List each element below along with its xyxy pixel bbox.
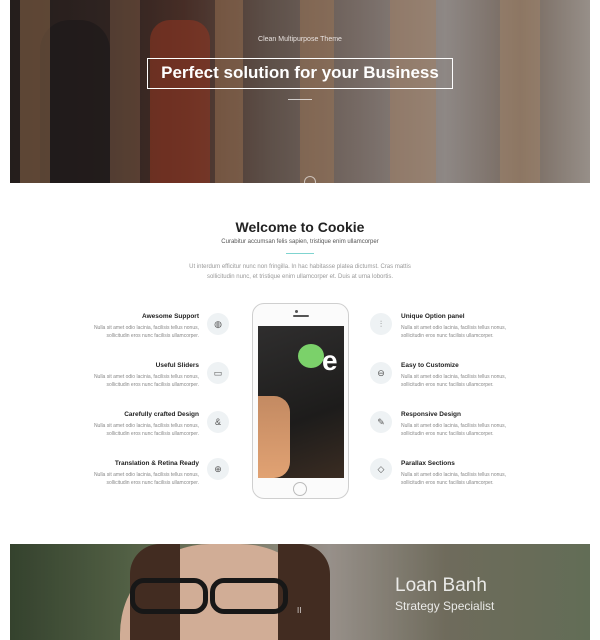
feature-title: Translation & Retina Ready — [114, 460, 199, 467]
phone-home-button — [293, 482, 307, 496]
phone-screen: e — [258, 326, 344, 478]
screen-hand — [258, 396, 290, 478]
toggle-icon: ⊖ — [370, 362, 392, 384]
feature-option-panel: Unique Option panel Nulla sit amet odio … — [401, 313, 511, 340]
screen-green-blob — [298, 344, 324, 368]
sliders-icon: ⫶ — [370, 313, 392, 335]
feature-crafted-design: Carefully crafted Design Nulla sit amet … — [89, 411, 199, 438]
welcome-description: Ut interdum efficitur nunc non fringilla… — [189, 264, 411, 280]
feature-title: Unique Option panel — [401, 313, 465, 320]
feature-title: Carefully crafted Design — [124, 411, 199, 418]
team-banner — [10, 544, 590, 640]
welcome-title: Welcome to Cookie — [235, 219, 365, 235]
hero-subtitle: Clean Multipurpose Theme — [258, 36, 342, 43]
feature-text: Nulla sit amet odio lacinia, facilisis t… — [401, 423, 507, 437]
diamond-icon: ◇ — [370, 458, 392, 480]
hero-divider — [288, 99, 312, 100]
pause-icon[interactable]: II — [297, 606, 301, 615]
feature-awesome-support: Awesome Support Nulla sit amet odio laci… — [89, 313, 199, 340]
feature-parallax-sections: Parallax Sections Nulla sit amet odio la… — [401, 460, 511, 487]
window-icon: ▭ — [207, 362, 229, 384]
feature-title: Parallax Sections — [401, 460, 455, 467]
feature-responsive-design: Responsive Design Nulla sit amet odio la… — [401, 411, 511, 438]
feature-text: Nulla sit amet odio lacinia, facilisis t… — [93, 423, 199, 437]
phone-speaker — [293, 315, 309, 317]
team-member-role: Strategy Specialist — [395, 599, 495, 613]
globe-icon: ◍ — [207, 313, 229, 335]
phone-camera — [295, 310, 298, 313]
hero-overlay — [10, 0, 590, 183]
feature-translation-retina: Translation & Retina Ready Nulla sit ame… — [89, 460, 199, 487]
phone-mockup: e — [252, 303, 349, 499]
hero-banner: Clean Multipurpose Theme Perfect solutio… — [10, 0, 590, 183]
feature-text: Nulla sit amet odio lacinia, facilisis t… — [93, 374, 199, 388]
feature-title: Useful Sliders — [155, 362, 199, 369]
swirl-icon: & — [207, 411, 229, 433]
feature-text: Nulla sit amet odio lacinia, facilisis t… — [93, 472, 199, 486]
feature-title: Awesome Support — [142, 313, 199, 320]
hero-title: Perfect solution for your Business — [147, 58, 453, 89]
scroll-down-indicator[interactable] — [304, 176, 316, 183]
feature-text: Nulla sit amet odio lacinia, facilisis t… — [401, 472, 507, 486]
feature-title: Easy to Customize — [401, 362, 459, 369]
pen-icon: ✎ — [370, 411, 392, 433]
welcome-divider — [286, 253, 314, 254]
team-overlay — [10, 544, 590, 640]
feature-easy-customize: Easy to Customize Nulla sit amet odio la… — [401, 362, 511, 389]
world-icon: ⊕ — [207, 458, 229, 480]
feature-text: Nulla sit amet odio lacinia, facilisis t… — [401, 325, 507, 339]
welcome-subtitle: Curabitur accumsan felis sapien, tristiq… — [221, 239, 379, 245]
team-member-name: Loan Banh — [395, 575, 487, 596]
feature-useful-sliders: Useful Sliders Nulla sit amet odio lacin… — [89, 362, 199, 389]
feature-title: Responsive Design — [401, 411, 461, 418]
feature-text: Nulla sit amet odio lacinia, facilisis t… — [401, 374, 507, 388]
feature-text: Nulla sit amet odio lacinia, facilisis t… — [93, 325, 199, 339]
screen-letter: e — [322, 345, 338, 376]
